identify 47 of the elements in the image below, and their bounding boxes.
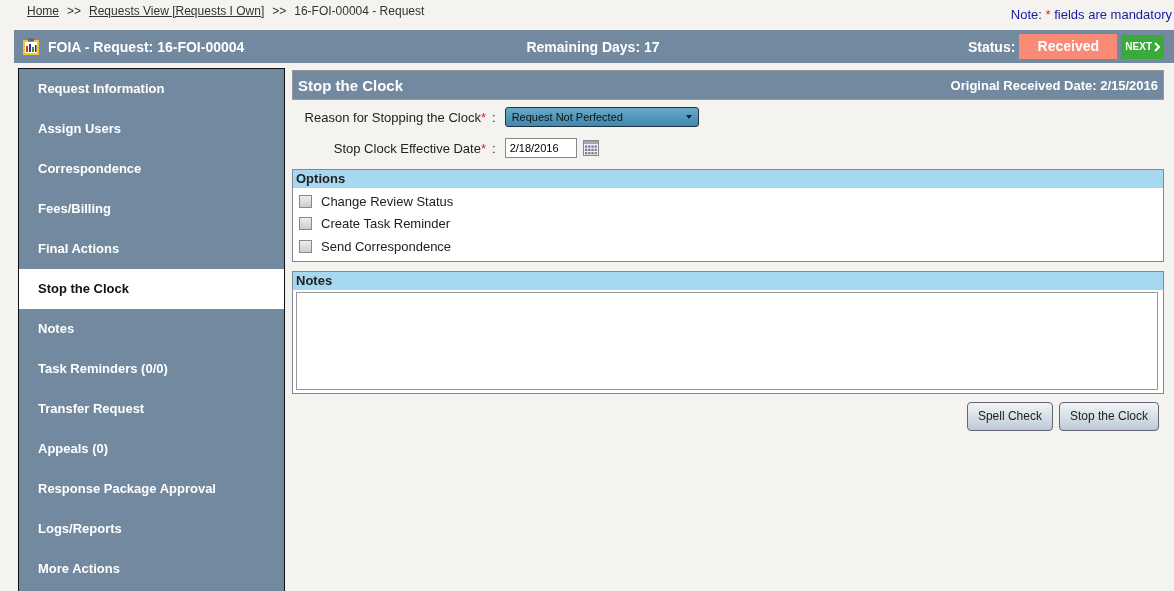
sidebar-item[interactable]: Request Information [19,69,284,109]
field-label: Stop Clock Effective Date* [332,140,486,156]
mandatory-note: Note: * fields are mandatory [1010,6,1172,22]
remaining-days: Remaining Days: 17 [526,38,660,55]
option-label: Create Task Reminder [321,216,451,232]
option-label: Send Correspondence [321,238,452,254]
action-button[interactable]: Spell Check [966,401,1053,431]
breadcrumb-link[interactable]: Requests View [Requests I Own] [89,4,265,18]
status-label: Status: [967,38,1016,55]
checkbox[interactable] [299,239,312,253]
checkbox[interactable] [299,194,312,208]
field-label: Reason for Stopping the Clock* [303,109,486,125]
section-title: Notes [293,271,1163,290]
sidebar-item[interactable]: Final Actions [19,229,284,269]
next-button[interactable]: NEXT [1121,34,1164,59]
notes-field[interactable] [296,291,1158,390]
checkbox[interactable] [299,217,312,231]
caret-icon [685,115,692,119]
action-button[interactable]: Stop the Clock [1058,401,1159,431]
sidebar-item[interactable]: Assign Users [19,109,284,149]
separator-text: : [492,140,496,156]
separator-text: : [492,109,496,125]
sidebar-item[interactable]: Logs/Reports [19,509,284,549]
sidebar-item[interactable]: Transfer Request [19,389,284,429]
calendar-icon[interactable] [582,140,599,156]
breadcrumb-text: 16-FOI-00004 - Request [294,4,425,18]
status-badge: Received [1019,34,1118,59]
sidebar-item[interactable]: Response Package Approval [19,469,284,509]
sidebar-item[interactable]: Notes [19,309,284,349]
breadcrumb-text: >> [67,4,82,18]
sidebar-item[interactable]: Task Reminders (0/0) [19,349,284,389]
sidebar-item[interactable]: More Actions [19,549,284,589]
sidebar-item[interactable]: Correspondence [19,149,284,189]
sidebar-item[interactable]: Stop the Clock [19,269,284,309]
sidebar-item[interactable]: Fees/Billing [19,189,284,229]
option-label: Change Review Status [321,193,454,209]
request-title: FOIA - Request: 16-FOI-00004 [48,38,245,55]
received-date: Original Received Date: 2/15/2016 [950,77,1158,93]
breadcrumb-link[interactable]: Home [27,4,59,18]
chevron-icon [1154,41,1160,52]
section-title: Options [293,170,1163,188]
breadcrumb-text: >> [272,4,287,18]
sidebar-item[interactable]: Appeals (0) [19,429,284,469]
clipboard-chart-icon [22,37,40,56]
date-field[interactable]: 2/18/2016 [504,138,577,158]
panel-title: Stop the Clock [298,76,403,94]
reason-dropdown[interactable]: Request Not Perfected [504,107,699,127]
